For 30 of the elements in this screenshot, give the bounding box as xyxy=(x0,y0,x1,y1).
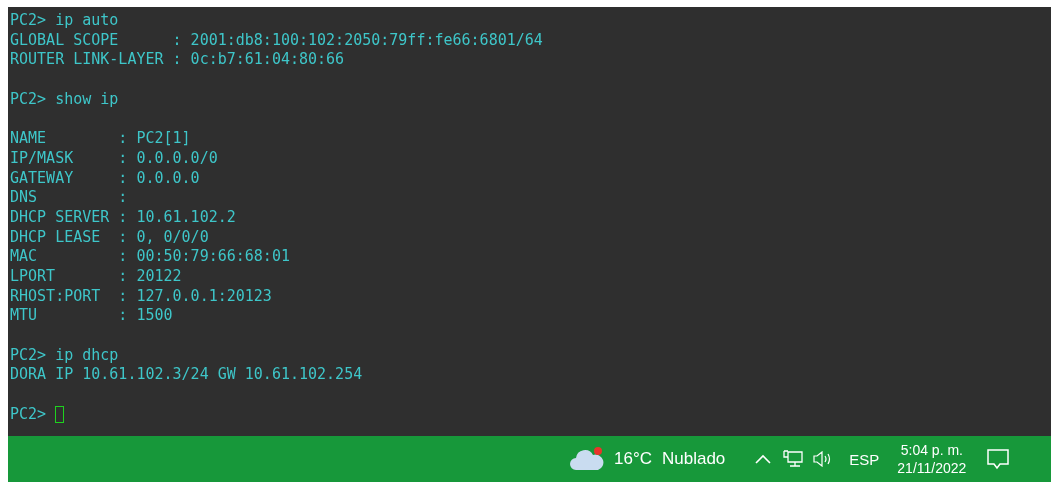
command-text: ip auto xyxy=(55,11,119,31)
clock-date[interactable]: 21/11/2022 xyxy=(897,460,967,476)
command-text: ip dhcp xyxy=(55,345,119,366)
output-text: GLOBAL SCOPE : 2001:db8:100:102:2050:79ff:fe66:6801/64 xyxy=(10,30,543,51)
network-icon[interactable] xyxy=(783,450,804,468)
output-text: DNS : xyxy=(10,188,128,208)
output-text: GATEWAY : 0.0.0.0 xyxy=(10,168,200,189)
prompt: PC2> xyxy=(10,345,47,366)
output-text: NAME : PC2[1] xyxy=(10,129,191,149)
text-cursor xyxy=(55,406,65,424)
prompt: PC2> xyxy=(10,89,47,110)
output-text: MTU : 1500 xyxy=(10,306,173,326)
output-text: DHCP LEASE : 0, 0/0/0 xyxy=(10,227,209,248)
temperature-text[interactable]: 16°C xyxy=(614,449,652,469)
notification-icon[interactable] xyxy=(986,448,1011,470)
prompt: PC2> xyxy=(10,404,47,425)
clock-time[interactable]: 5:04 p. m. xyxy=(900,442,963,458)
output-text: DHCP SERVER : 10.61.102.2 xyxy=(10,207,236,228)
output-text: MAC : 00:50:79:66:68:01 xyxy=(10,247,290,267)
cloud-icon[interactable] xyxy=(570,446,604,472)
output-text: ROUTER LINK-LAYER : 0c:b7:61:04:80:66 xyxy=(10,50,345,71)
output-text: IP/MASK : 0.0.0.0/0 xyxy=(10,148,218,169)
chevron-up-icon[interactable] xyxy=(755,454,772,464)
prompt: PC2> xyxy=(10,11,47,31)
output-text: LPORT : 20122 xyxy=(10,266,182,287)
language-text[interactable]: ESP xyxy=(849,450,880,468)
output-text: DORA IP 10.61.102.3/24 GW 10.61.102.254 xyxy=(10,365,363,386)
weather-condition-text[interactable]: Nublado xyxy=(662,449,726,469)
output-text: RHOST:PORT : 127.0.0.1:20123 xyxy=(10,286,272,307)
command-text: show ip xyxy=(55,89,119,110)
